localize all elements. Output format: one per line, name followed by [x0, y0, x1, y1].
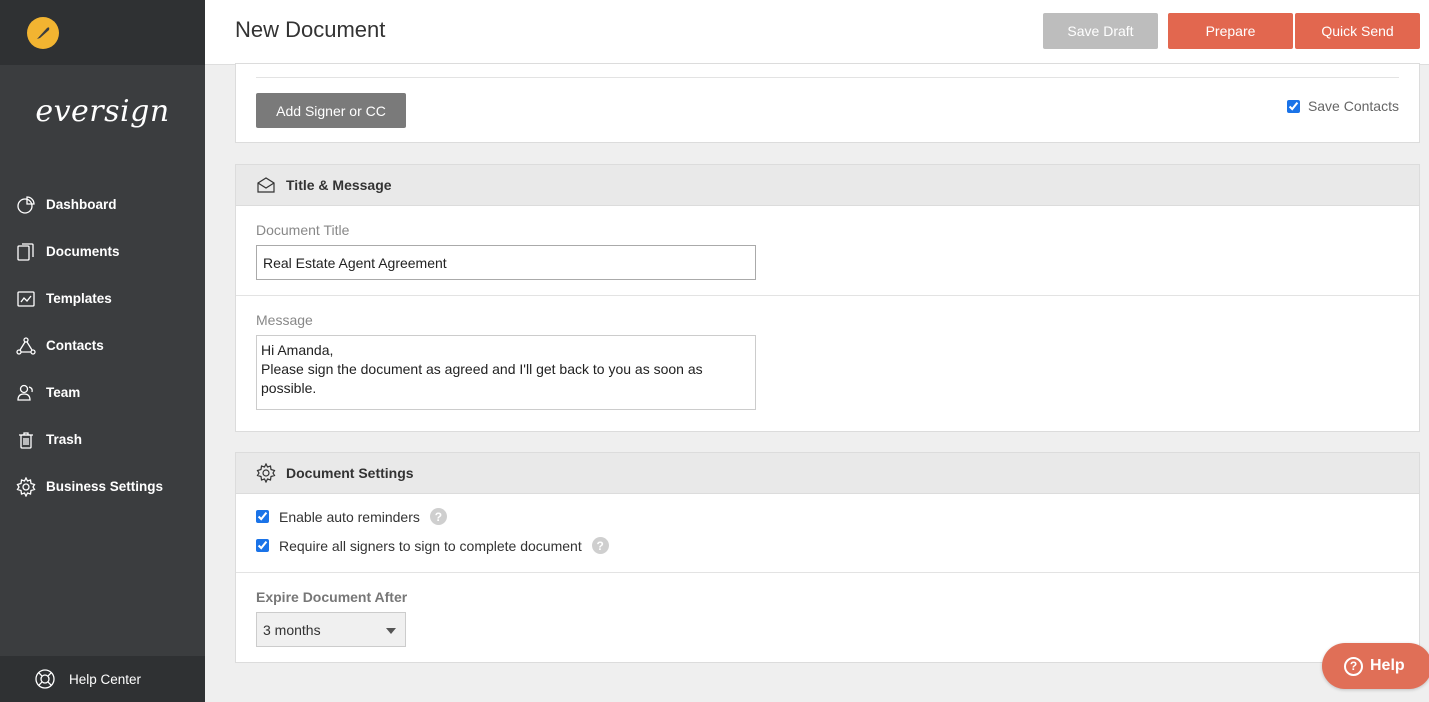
divider: [256, 77, 1399, 78]
title-message-card: Title & Message Document Title Message H…: [235, 164, 1420, 432]
question-icon: ?: [1344, 656, 1363, 676]
message-label: Message: [256, 312, 313, 328]
sidebar-item-trash[interactable]: Trash: [0, 416, 205, 463]
require-all-signers-checkbox[interactable]: [256, 539, 269, 552]
add-signer-button[interactable]: Add Signer or CC: [256, 93, 406, 128]
templates-icon: [17, 290, 35, 307]
gear-icon: [16, 476, 36, 497]
help-button-label: Help: [1370, 657, 1405, 674]
divider: [236, 572, 1419, 573]
team-icon: [17, 384, 33, 401]
sidebar-item-templates[interactable]: Templates: [0, 275, 205, 322]
sidebar-item-documents[interactable]: Documents: [0, 228, 205, 275]
save-draft-button[interactable]: Save Draft: [1043, 13, 1158, 49]
require-all-signers-option[interactable]: Require all signers to sign to complete …: [256, 537, 609, 554]
app-logo-icon[interactable]: [27, 16, 59, 49]
divider: [236, 295, 1419, 296]
help-question-icon[interactable]: ?: [591, 537, 609, 554]
title-message-header: Title & Message: [236, 165, 1419, 206]
sidebar: eversign Dashboard Documents Templates C…: [0, 0, 205, 702]
expire-select[interactable]: 3 months: [256, 612, 406, 647]
sidebar-item-label: Team: [46, 385, 81, 400]
gear-icon: [256, 463, 276, 483]
document-settings-header: Document Settings: [236, 453, 1419, 494]
auto-reminders-option[interactable]: Enable auto reminders ?: [256, 508, 447, 525]
lifebuoy-icon: [35, 669, 55, 689]
documents-icon: [17, 242, 34, 261]
save-contacts-option[interactable]: Save Contacts: [1286, 98, 1399, 114]
sidebar-item-business-settings[interactable]: Business Settings: [0, 463, 205, 510]
save-contacts-checkbox[interactable]: [1286, 99, 1300, 113]
title-message-heading: Title & Message: [286, 177, 392, 193]
sidebar-item-label: Documents: [46, 244, 120, 259]
contacts-icon: [16, 336, 36, 355]
sidebar-item-dashboard[interactable]: Dashboard: [0, 181, 205, 228]
envelope-icon: [257, 177, 275, 193]
sidebar-item-label: Contacts: [46, 338, 104, 353]
sidebar-item-team[interactable]: Team: [0, 369, 205, 416]
require-all-signers-label: Require all signers to sign to complete …: [279, 537, 582, 554]
document-title-label: Document Title: [256, 222, 350, 238]
document-settings-heading: Document Settings: [286, 465, 414, 481]
sidebar-nav: Dashboard Documents Templates Contacts T…: [0, 181, 205, 510]
prepare-button[interactable]: Prepare: [1168, 13, 1293, 49]
document-settings-card: Document Settings Enable auto reminders …: [235, 452, 1420, 663]
sidebar-top-bar: [0, 0, 205, 65]
quick-send-button[interactable]: Quick Send: [1295, 13, 1420, 49]
help-center-label: Help Center: [69, 671, 142, 687]
auto-reminders-checkbox[interactable]: [256, 510, 269, 523]
brand-wordmark: eversign: [35, 94, 170, 129]
save-contacts-label: Save Contacts: [1307, 98, 1399, 114]
signers-card: Add Signer or CC Save Contacts: [235, 63, 1420, 143]
pie-chart-icon: [17, 195, 35, 214]
top-header: New Document Save Draft Prepare Quick Se…: [205, 0, 1429, 65]
sidebar-item-label: Trash: [46, 432, 83, 447]
sidebar-item-contacts[interactable]: Contacts: [0, 322, 205, 369]
auto-reminders-label: Enable auto reminders: [279, 508, 420, 525]
help-button[interactable]: ? Help: [1322, 643, 1429, 689]
help-center-link[interactable]: Help Center: [0, 656, 205, 702]
sidebar-item-label: Dashboard: [46, 197, 117, 212]
expire-document-label: Expire Document After: [256, 589, 408, 605]
expire-select-value: 3 months: [263, 621, 321, 638]
caret-down-icon: [386, 628, 396, 634]
document-title-input[interactable]: [256, 245, 756, 280]
sidebar-item-label: Business Settings: [46, 479, 164, 494]
page-title: New Document: [235, 17, 386, 42]
help-question-icon[interactable]: ?: [429, 508, 447, 525]
sidebar-item-label: Templates: [46, 291, 112, 306]
trash-icon: [19, 431, 33, 449]
message-textarea[interactable]: Hi Amanda, Please sign the document as a…: [256, 335, 756, 410]
